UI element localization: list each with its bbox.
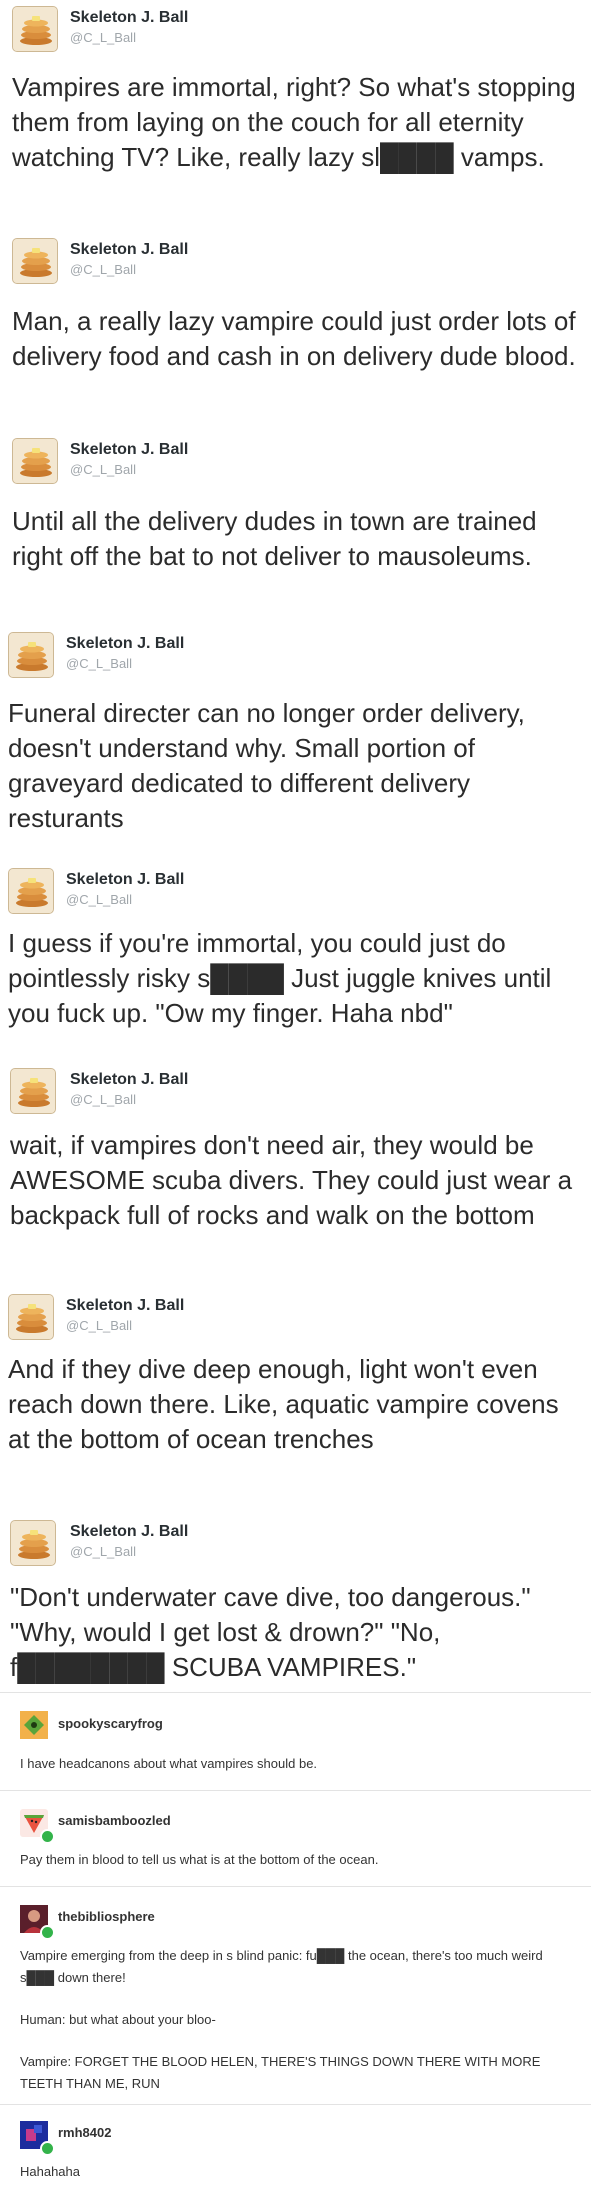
reblog-comment: spookyscaryfrog I have headcanons about … <box>0 1692 591 1790</box>
author-handle[interactable]: @C_L_Ball <box>70 1544 136 1559</box>
avatar[interactable] <box>12 238 58 284</box>
pancake-icon <box>9 869 53 913</box>
online-badge-icon <box>40 1829 55 1844</box>
avatar[interactable] <box>10 1520 56 1566</box>
avatar[interactable] <box>8 632 54 678</box>
reblog-comment: rmh8402 Hahahaha <box>0 2104 591 2197</box>
pancake-icon <box>13 7 57 51</box>
avatar[interactable] <box>12 6 58 52</box>
avatar[interactable] <box>8 868 54 914</box>
online-badge-icon <box>40 1925 55 1940</box>
commenter-name[interactable]: thebibliosphere <box>58 1909 155 1924</box>
avatar[interactable] <box>8 1294 54 1340</box>
tweet-text: Until all the delivery dudes in town are… <box>12 506 537 571</box>
author-name[interactable]: Skeleton J. Ball <box>70 1071 188 1089</box>
pancake-icon <box>13 239 57 283</box>
author-name[interactable]: Skeleton J. Ball <box>66 871 184 889</box>
author-handle[interactable]: @C_L_Ball <box>66 892 132 907</box>
author-name[interactable]: Skeleton J. Ball <box>70 441 188 459</box>
author-handle[interactable]: @C_L_Ball <box>70 262 136 277</box>
tweet: Skeleton J. Ball @C_L_Ball Until all the… <box>0 432 591 571</box>
tweet: Skeleton J. Ball @C_L_Ball I guess if yo… <box>0 862 591 1028</box>
pancake-icon <box>9 633 53 677</box>
avatar[interactable] <box>10 1068 56 1114</box>
tweet-text: Funeral directer can no longer order del… <box>8 698 525 833</box>
comment-paragraph: Vampire: FORGET THE BLOOD HELEN, THERE'S… <box>20 2054 541 2091</box>
online-badge-icon <box>40 2141 55 2156</box>
reblog-comment: thebibliosphere Vampire emerging from th… <box>0 1886 591 2104</box>
avatar[interactable] <box>20 1711 48 1739</box>
author-name[interactable]: Skeleton J. Ball <box>66 1297 184 1315</box>
pancake-icon <box>11 1069 55 1113</box>
author-handle[interactable]: @C_L_Ball <box>66 1318 132 1333</box>
tweet: Skeleton J. Ball @C_L_Ball Vampires are … <box>0 0 591 172</box>
commenter-name[interactable]: rmh8402 <box>58 2125 111 2140</box>
comment-paragraph: Human: but what about your bloo- <box>20 2012 216 2027</box>
author-name[interactable]: Skeleton J. Ball <box>70 241 188 259</box>
tweet-text: "Don't underwater cave dive, too dangero… <box>10 1582 531 1682</box>
author-name[interactable]: Skeleton J. Ball <box>70 9 188 27</box>
reblog-comment: samisbamboozled Pay them in blood to tel… <box>0 1790 591 1886</box>
tweet: Skeleton J. Ball @C_L_Ball And if they d… <box>0 1288 591 1454</box>
pancake-icon <box>13 439 57 483</box>
pancake-icon <box>11 1521 55 1565</box>
pancake-icon <box>9 1295 53 1339</box>
avatar[interactable] <box>20 1905 55 1940</box>
author-handle[interactable]: @C_L_Ball <box>66 656 132 671</box>
commenter-name[interactable]: samisbamboozled <box>58 1813 171 1828</box>
tweet: Skeleton J. Ball @C_L_Ball Funeral direc… <box>0 626 591 833</box>
comment-paragraph: Vampire emerging from the deep in s blin… <box>20 1948 543 1985</box>
avatar[interactable] <box>20 1809 55 1844</box>
tweet-text: And if they dive deep enough, light won'… <box>8 1354 559 1454</box>
author-name[interactable]: Skeleton J. Ball <box>70 1523 188 1541</box>
frog-icon <box>20 1711 48 1739</box>
tweet-text: Man, a really lazy vampire could just or… <box>12 306 576 371</box>
tweet-text: Vampires are immortal, right? So what's … <box>12 72 576 172</box>
avatar[interactable] <box>12 438 58 484</box>
author-handle[interactable]: @C_L_Ball <box>70 462 136 477</box>
avatar[interactable] <box>20 2121 55 2156</box>
tweet: Skeleton J. Ball @C_L_Ball Man, a really… <box>0 232 591 371</box>
comment-paragraph: I have headcanons about what vampires sh… <box>20 1756 318 1771</box>
tweet: Skeleton J. Ball @C_L_Ball "Don't underw… <box>0 1514 591 1682</box>
commenter-name[interactable]: spookyscaryfrog <box>58 1716 163 1731</box>
comment-paragraph: Hahahaha <box>20 2164 80 2179</box>
tweet-text: I guess if you're immortal, you could ju… <box>8 928 552 1028</box>
tweet: Skeleton J. Ball @C_L_Ball wait, if vamp… <box>0 1062 591 1230</box>
comment-paragraph: Pay them in blood to tell us what is at … <box>20 1852 379 1867</box>
author-name[interactable]: Skeleton J. Ball <box>66 635 184 653</box>
author-handle[interactable]: @C_L_Ball <box>70 1092 136 1107</box>
author-handle[interactable]: @C_L_Ball <box>70 30 136 45</box>
tweet-text: wait, if vampires don't need air, they w… <box>10 1130 573 1230</box>
